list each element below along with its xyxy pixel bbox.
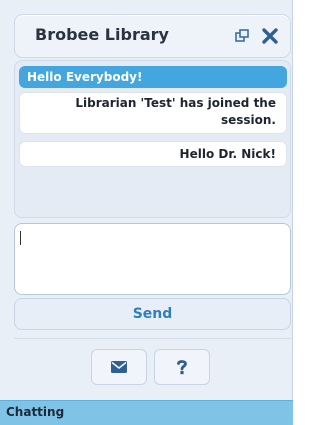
send-button[interactable]: Send: [14, 298, 291, 330]
popout-icon[interactable]: [235, 29, 249, 43]
help-icon: [177, 360, 187, 375]
close-icon[interactable]: [261, 27, 279, 45]
message-input[interactable]: [14, 223, 291, 295]
message-list: Hello Everybody! Librarian 'Test' has jo…: [14, 60, 291, 218]
chat-message: Librarian 'Test' has joined the session.: [19, 92, 287, 134]
divider: [14, 338, 291, 339]
window-title: Brobee Library: [35, 25, 169, 44]
text-cursor: [20, 231, 21, 245]
window-header: Brobee Library: [14, 14, 291, 58]
status-bar: Chatting: [0, 400, 293, 425]
email-button[interactable]: [91, 349, 147, 385]
chat-widget: Brobee Library Hello Everybody! Libraria…: [0, 0, 293, 425]
greeting-message: Hello Everybody!: [19, 66, 287, 88]
help-button[interactable]: [154, 349, 210, 385]
chat-message: Hello Dr. Nick!: [19, 141, 287, 167]
email-icon: [111, 361, 127, 373]
